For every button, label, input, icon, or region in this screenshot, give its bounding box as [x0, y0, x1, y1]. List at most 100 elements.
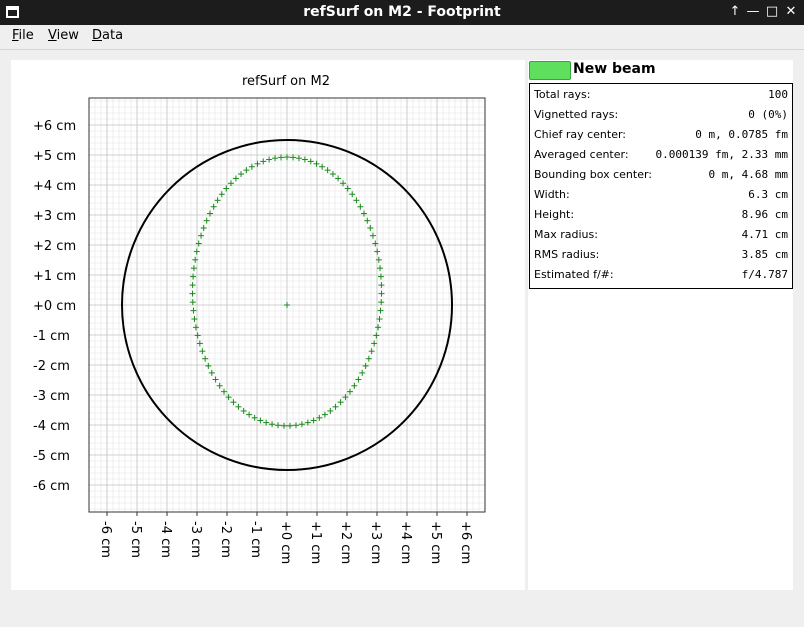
x-tick-label: -6 cm [98, 521, 113, 558]
y-tick-label: -5 cm [33, 449, 70, 464]
x-tick-label: +1 cm [308, 521, 323, 564]
ray-point [196, 340, 203, 347]
menu-file[interactable]: File [12, 28, 34, 43]
ray-point [347, 388, 354, 395]
ray-point [257, 417, 264, 424]
ray-point [218, 191, 225, 198]
ray-point [214, 197, 221, 204]
stat-label: RMS radius: [534, 248, 600, 261]
ray-point [344, 185, 351, 192]
ray-point [367, 225, 374, 232]
minimize-icon[interactable]: — [745, 3, 761, 21]
ray-point [200, 225, 207, 232]
stat-row: Bounding box center: 0 m, 4.68 mm [530, 165, 792, 185]
ray-point [284, 302, 290, 308]
maximize-icon[interactable]: □ [764, 3, 780, 21]
ray-point [378, 290, 385, 297]
x-tick-label: +6 cm [458, 521, 473, 564]
ray-point [349, 191, 356, 198]
stat-value: 3.85 cm [741, 248, 788, 261]
stat-row: Chief ray center: 0 m, 0.0785 fm [530, 125, 792, 145]
beam-name: New beam [573, 61, 656, 77]
ray-point [313, 160, 320, 167]
ray-point [373, 332, 380, 339]
y-tick-label: +1 cm [33, 269, 76, 284]
stat-value: 0.000139 fm, 2.33 mm [655, 148, 788, 161]
stat-value: 100 [768, 88, 788, 101]
stat-label: Estimated f/#: [534, 268, 614, 281]
ray-point [207, 210, 214, 217]
stat-row: Averaged center: 0.000139 fm, 2.33 mm [530, 145, 792, 165]
ray-point [235, 403, 242, 410]
stat-value: 4.71 cm [741, 228, 788, 241]
close-icon[interactable]: ✕ [783, 3, 799, 21]
y-tick-label: +2 cm [33, 239, 76, 254]
y-tick-label: +5 cm [33, 149, 76, 164]
ray-point [375, 324, 382, 331]
ray-point [377, 307, 384, 314]
stat-value: f/4.787 [741, 268, 788, 281]
ray-point [230, 399, 237, 406]
x-tick-label: -5 cm [128, 521, 143, 558]
ray-point [220, 388, 227, 395]
ray-point [286, 422, 293, 429]
ray-point [332, 403, 339, 410]
stat-label: Chief ray center: [534, 128, 627, 141]
stat-row: RMS radius: 3.85 cm [530, 245, 792, 265]
x-tick-label: -1 cm [248, 521, 263, 558]
ray-point [353, 197, 360, 204]
stat-label: Vignetted rays: [534, 108, 619, 121]
ray-point [377, 265, 384, 272]
ray-point [212, 376, 219, 383]
beam-color-swatch[interactable] [529, 61, 571, 80]
beam-info-panel: New beam Total rays: 100 Vignetted rays: 0 … [528, 60, 793, 590]
stat-row: Width: 6.3 cm [530, 185, 792, 205]
ray-point [281, 422, 288, 429]
y-tick-label: -2 cm [33, 359, 70, 374]
stat-label: Total rays: [534, 88, 591, 101]
ray-point [223, 185, 230, 192]
ray-point [248, 163, 255, 170]
stat-row: Vignetted rays: 0 (0%) [530, 105, 792, 125]
ray-point [243, 167, 250, 174]
stat-row: Total rays: 100 [530, 85, 792, 105]
y-tick-label: +4 cm [33, 179, 76, 194]
title-bar[interactable]: refSurf on M2 - Footprint ↑ — □ ✕ [0, 0, 804, 25]
x-tick-label: -3 cm [188, 521, 203, 558]
status-area [0, 592, 804, 627]
x-tick-label: +0 cm [278, 521, 293, 564]
footprint-plot-panel[interactable]: refSurf on M2 +6 cm +5 cm +4 cm +3 cm +2 cm +… [11, 60, 525, 590]
ray-point [362, 362, 369, 369]
ray-point [190, 307, 197, 314]
stat-row: Height: 8.96 cm [530, 205, 792, 225]
menu-view[interactable]: View [48, 28, 79, 43]
ray-point [189, 290, 196, 297]
x-tick-label: +2 cm [338, 521, 353, 564]
beam-statistics-table: Total rays: 100 Vignetted rays: 0 (0%) Chief… [529, 83, 793, 289]
ray-point [371, 340, 378, 347]
x-tick-label: -2 cm [218, 521, 233, 558]
footprint-plot[interactable]: refSurf on M2 +6 cm+5 cm+4 cm+3 cm+2 cm+… [11, 60, 525, 590]
y-tick-label: +0 cm [33, 299, 76, 314]
footprint-window: refSurf on M2 - Footprint ↑ — □ ✕ File V… [0, 0, 804, 627]
ray-point [192, 324, 199, 331]
ray-point [307, 158, 314, 165]
ray-point [335, 175, 342, 182]
stat-value: 0 m, 0.0785 fm [695, 128, 788, 141]
ray-point [295, 155, 302, 162]
stat-row: Max radius: 4.71 cm [530, 225, 792, 245]
keep-above-icon[interactable]: ↑ [727, 3, 743, 21]
ray-point [319, 163, 326, 170]
menu-data[interactable]: Data [92, 28, 123, 43]
menu-bar: File View Data [0, 25, 804, 50]
window-title: refSurf on M2 - Footprint [303, 4, 501, 20]
stat-label: Max radius: [534, 228, 598, 241]
ray-point [275, 422, 282, 429]
ray-point [310, 417, 317, 424]
ray-point [298, 421, 305, 428]
y-tick-label: -6 cm [33, 479, 70, 494]
ray-point [266, 156, 273, 163]
ray-point [216, 382, 223, 389]
ray-point [374, 248, 381, 255]
ray-point [193, 248, 200, 255]
